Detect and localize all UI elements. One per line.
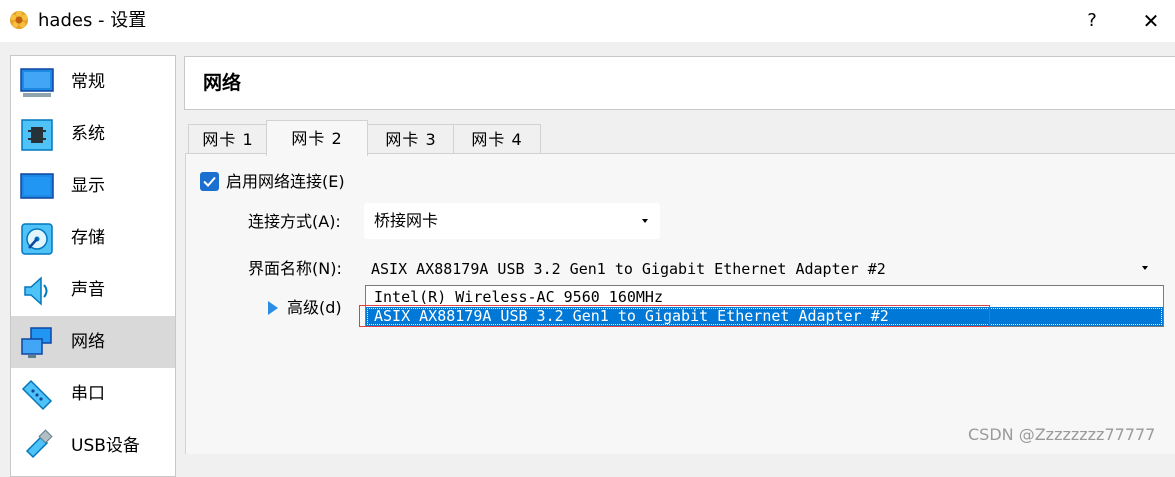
general-icon xyxy=(20,68,54,97)
sidebar-item-label: 串口 xyxy=(71,384,105,404)
sidebar-item-label: 常规 xyxy=(71,72,105,92)
sidebar-item-general[interactable]: 常规 xyxy=(11,56,175,108)
dropdown-option-selected[interactable]: ASIX AX88179A USB 3.2 Gen1 to Gigabit Et… xyxy=(366,307,1163,326)
enable-network-checkbox[interactable] xyxy=(200,172,219,191)
serial-port-icon xyxy=(21,379,53,411)
usb-icon xyxy=(25,429,53,459)
window-title: hades - 设置 xyxy=(38,10,147,31)
tab-adapter-4[interactable]: 网卡 4 xyxy=(453,124,541,155)
sidebar-item-serial-port[interactable]: 串口 xyxy=(11,368,175,420)
expand-arrow-icon[interactable] xyxy=(268,301,278,315)
close-button[interactable]: ✕ xyxy=(1138,8,1164,34)
sidebar-item-network[interactable]: 网络 xyxy=(11,316,175,368)
tab-adapter-1[interactable]: 网卡 1 xyxy=(188,124,268,155)
interface-dropdown-list: Intel(R) Wireless-AC 9560 160MHz ASIX AX… xyxy=(365,285,1164,327)
storage-icon xyxy=(21,223,53,255)
page-title: 网络 xyxy=(203,72,242,94)
sidebar-item-system[interactable]: 系统 xyxy=(11,108,175,160)
advanced-toggle[interactable]: 高级(d) xyxy=(287,296,342,320)
audio-icon xyxy=(24,276,48,306)
system-icon xyxy=(21,119,53,151)
attached-to-select[interactable]: 桥接网卡 xyxy=(364,203,660,239)
sidebar-item-audio[interactable]: 声音 xyxy=(11,264,175,316)
attached-to-label: 连接方式(A): xyxy=(248,212,341,231)
dropdown-option-label: Intel(R) Wireless-AC 9560 160MHz xyxy=(374,288,663,306)
enable-network-label[interactable]: 启用网络连接(E) xyxy=(226,170,345,194)
sidebar-item-storage[interactable]: 存储 xyxy=(11,212,175,264)
sidebar-item-label: 存储 xyxy=(71,228,105,248)
display-icon xyxy=(20,173,54,199)
sidebar-item-label: 系统 xyxy=(71,124,105,144)
settings-sidebar: 常规 系统 显示 存储 声音 网络 串口 USB设备 xyxy=(10,55,176,477)
sidebar-item-label: USB设备 xyxy=(71,436,140,456)
virtualbox-app-icon xyxy=(10,11,28,29)
attached-to-value: 桥接网卡 xyxy=(374,211,439,230)
chevron-down-icon[interactable] xyxy=(1142,266,1148,270)
chevron-down-icon xyxy=(642,219,648,223)
sidebar-item-label: 显示 xyxy=(71,176,105,196)
sidebar-item-usb[interactable]: USB设备 xyxy=(11,420,175,472)
interface-name-value[interactable]: ASIX AX88179A USB 3.2 Gen1 to Gigabit Et… xyxy=(371,258,886,280)
network-icon xyxy=(21,327,52,358)
watermark: CSDN @Zzzzzzzz77777 xyxy=(968,425,1156,444)
dropdown-option-label: ASIX AX88179A USB 3.2 Gen1 to Gigabit Et… xyxy=(374,307,889,325)
checkmark-icon xyxy=(203,176,216,187)
content-header: 网络 xyxy=(184,56,1175,110)
interface-name-label: 界面名称(N): xyxy=(248,259,342,278)
sidebar-item-label: 声音 xyxy=(71,280,105,300)
tab-adapter-2[interactable]: 网卡 2 xyxy=(266,120,368,156)
sidebar-item-label: 网络 xyxy=(71,332,105,352)
help-button[interactable]: ? xyxy=(1080,8,1104,34)
sidebar-item-display[interactable]: 显示 xyxy=(11,160,175,212)
tab-adapter-3[interactable]: 网卡 3 xyxy=(367,124,455,155)
title-bar: hades - 设置 ? ✕ xyxy=(0,0,1175,42)
dropdown-option[interactable]: Intel(R) Wireless-AC 9560 160MHz xyxy=(366,288,1163,307)
